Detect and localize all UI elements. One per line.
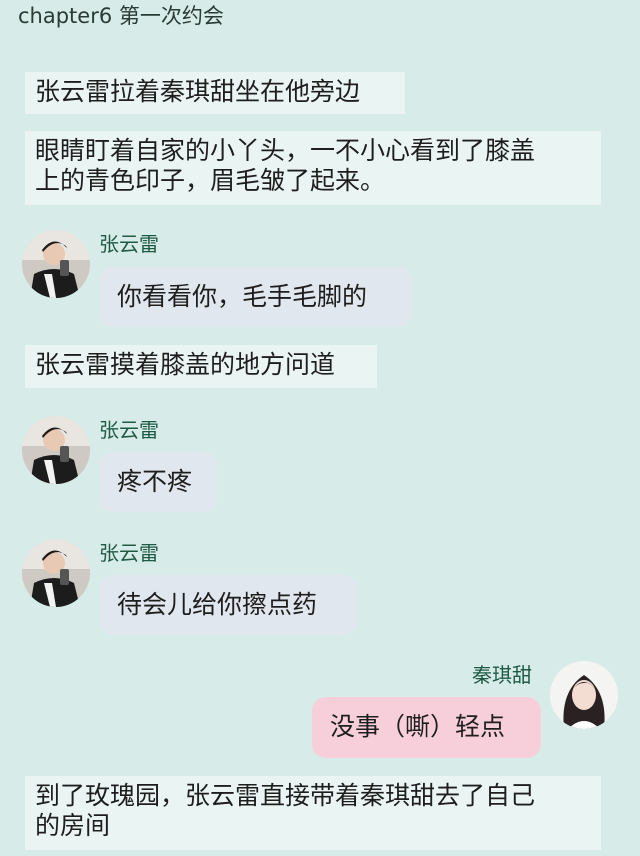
speaker-name: 张云雷 [99, 541, 159, 565]
message-bubble[interactable]: 没事（嘶）轻点 [312, 697, 541, 758]
speaker-name: 张云雷 [99, 418, 159, 442]
avatar-male[interactable] [22, 416, 90, 484]
speaker-name: 张云雷 [99, 232, 159, 256]
message-bubble[interactable]: 待会儿给你擦点药 [99, 575, 357, 635]
narration-block: 眼睛盯着自家的小丫头，一不小心看到了膝盖 上的青色印子，眉毛皱了起来。 [25, 131, 601, 205]
narration-text: 张云雷拉着秦琪甜坐在他旁边 [35, 77, 361, 106]
narration-text: 张云雷摸着膝盖的地方问道 [35, 350, 336, 379]
avatar-female[interactable] [550, 661, 618, 729]
narration-line: 到了玫瑰园，张云雷直接带着秦琪甜去了自己 [35, 781, 536, 810]
speaker-name: 秦琪甜 [472, 663, 532, 687]
avatar-male[interactable] [22, 230, 90, 298]
chapter-title: chapter6 第一次约会 [18, 4, 224, 28]
narration-line: 上的青色印子，眉毛皱了起来。 [35, 166, 386, 195]
narration-block: 张云雷拉着秦琪甜坐在他旁边 [25, 72, 405, 114]
narration-block: 张云雷摸着膝盖的地方问道 [25, 345, 377, 388]
narration-block: 到了玫瑰园，张云雷直接带着秦琪甜去了自己 的房间 [25, 776, 601, 850]
narration-line: 眼睛盯着自家的小丫头，一不小心看到了膝盖 [35, 136, 536, 165]
message-bubble[interactable]: 你看看你，毛手毛脚的 [99, 267, 412, 327]
avatar-male[interactable] [22, 539, 90, 607]
narration-line: 的房间 [35, 811, 111, 840]
message-bubble[interactable]: 疼不疼 [99, 452, 217, 512]
